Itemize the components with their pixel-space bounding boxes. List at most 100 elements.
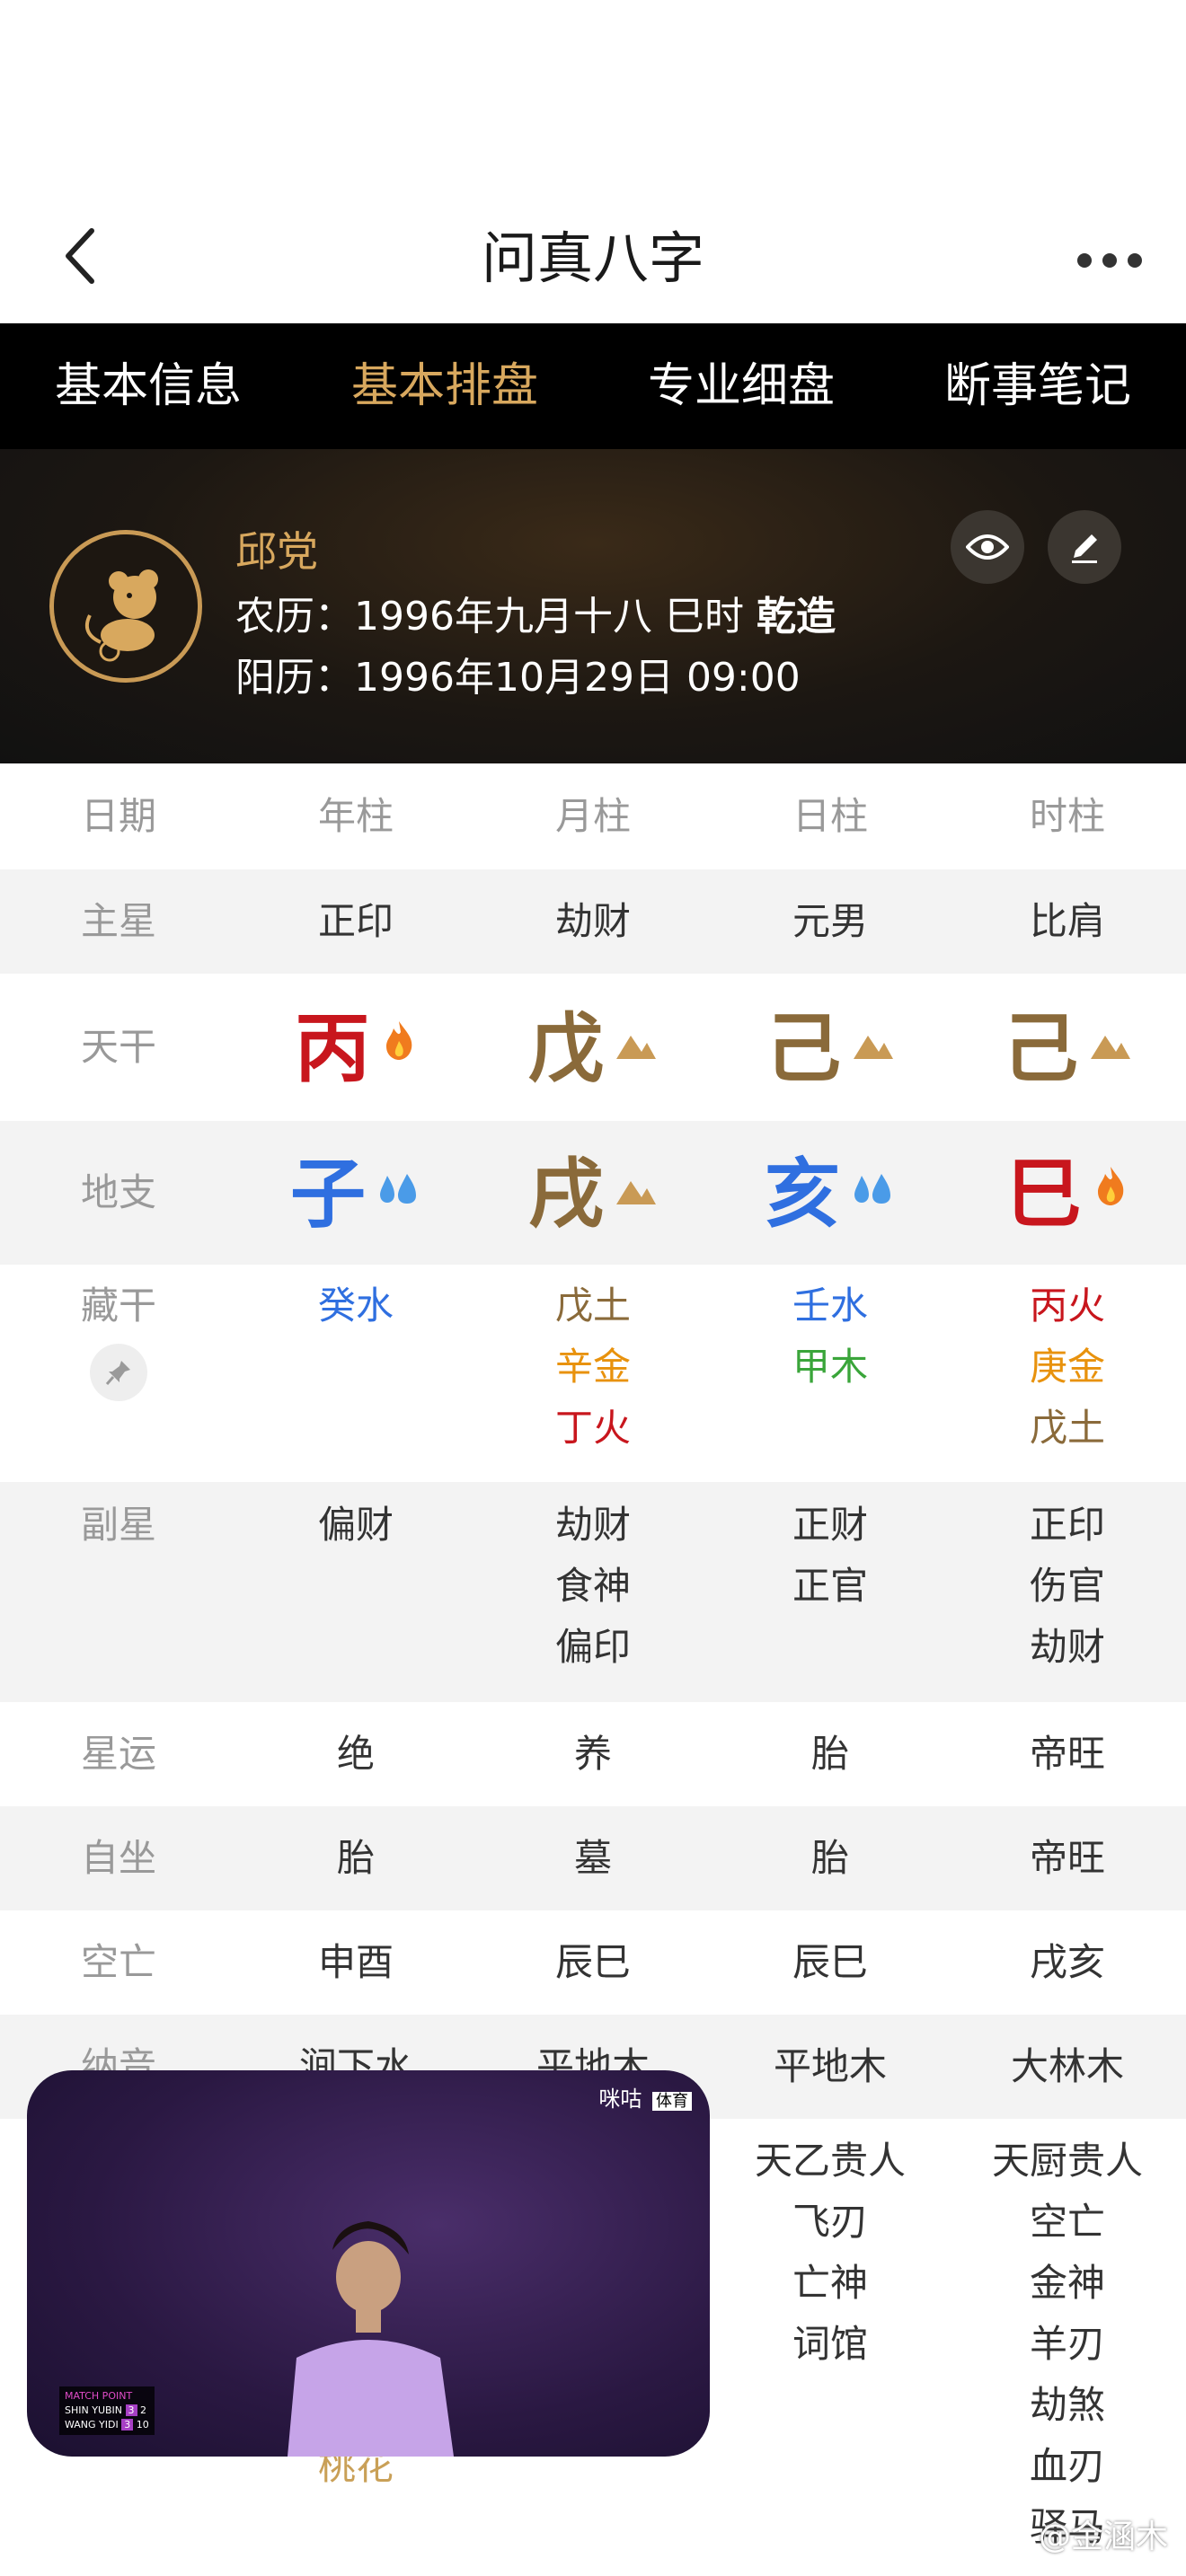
hidden-stem: 丙火 bbox=[1029, 1284, 1105, 1328]
tab-basic-info[interactable]: 基本信息 bbox=[0, 323, 296, 449]
main-star-cell: 正印 bbox=[317, 899, 394, 943]
weibo-watermark: @金涵木 bbox=[1038, 2519, 1168, 2555]
lunar-date-line: 农历：1996年九月十八 巳时 乾造 bbox=[235, 584, 836, 641]
tab-pro-chart[interactable]: 专业细盘 bbox=[593, 323, 890, 449]
score-overlay: MATCH POINT SHIN YUBIN 3 2 WANG YIDI 3 1… bbox=[59, 2386, 155, 2435]
pin-button[interactable] bbox=[90, 1344, 147, 1401]
nayin-cell: 大林木 bbox=[1010, 2044, 1124, 2088]
secondary-star: 正财 bbox=[792, 1503, 868, 1547]
earth-icon bbox=[615, 1163, 658, 1224]
profile-card: 邱党 农历：1996年九月十八 巳时 乾造 阳历：1996年10月29日 09:… bbox=[0, 449, 1186, 763]
void-cell: 申酉 bbox=[317, 1940, 394, 1984]
main-star-cell: 比肩 bbox=[1029, 899, 1105, 943]
fire-icon bbox=[381, 1018, 417, 1079]
profile-name: 邱党 bbox=[235, 527, 318, 576]
earth-icon bbox=[615, 1018, 658, 1079]
match-point-tag: MATCH POINT bbox=[65, 2390, 133, 2402]
edit-button[interactable] bbox=[1048, 510, 1121, 584]
tab-basic-chart[interactable]: 基本排盘 bbox=[296, 323, 593, 449]
zodiac-rat-avatar bbox=[49, 530, 202, 683]
branch-char: 巳 bbox=[1005, 1150, 1082, 1239]
secondary-star: 食神 bbox=[554, 1564, 631, 1608]
self-seat-cell: 胎 bbox=[336, 1836, 375, 1880]
stem-cell[interactable]: 己 bbox=[712, 1010, 949, 1086]
hidden-stem: 壬水 bbox=[792, 1284, 868, 1328]
row-label: 主星 bbox=[80, 899, 156, 943]
gender-tag: 乾造 bbox=[756, 594, 836, 640]
solar-value: 1996年10月29日 09:00 bbox=[354, 655, 801, 701]
branch-cell[interactable]: 巳 bbox=[949, 1156, 1186, 1231]
row-label: 副星 bbox=[80, 1503, 156, 1547]
secondary-star-row: 副星 偏财 劫财 食神 偏印 正财 正官 正印 伤官 劫财 bbox=[0, 1482, 1186, 1702]
hidden-stem: 甲木 bbox=[792, 1345, 868, 1389]
lunar-label: 农历： bbox=[235, 594, 354, 640]
player-2-name: WANG YIDI bbox=[65, 2419, 119, 2430]
tab-bar: 基本信息 基本排盘 专业细盘 断事笔记 bbox=[0, 323, 1186, 449]
column-header-year: 年柱 bbox=[317, 794, 394, 838]
shensha-item: 金神 bbox=[1029, 2261, 1105, 2305]
hidden-stem: 戊土 bbox=[554, 1284, 631, 1328]
column-header-hour: 时柱 bbox=[1029, 794, 1105, 838]
shensha-item: 天厨贵人 bbox=[991, 2139, 1143, 2183]
fortune-cell: 胎 bbox=[810, 1732, 849, 1776]
earth-icon bbox=[1089, 1018, 1132, 1079]
stem-cell[interactable]: 己 bbox=[949, 1010, 1186, 1086]
rat-icon bbox=[54, 534, 198, 678]
status-bar-area bbox=[0, 0, 1186, 193]
hidden-stem: 庚金 bbox=[1029, 1345, 1105, 1389]
tab-notes[interactable]: 断事笔记 bbox=[890, 323, 1186, 449]
hidden-stems-row: 藏干 癸水 戊土 辛金 丁火 壬水 甲木 丙火 庚金 戊土 bbox=[0, 1275, 1186, 1482]
fortune-cell: 绝 bbox=[336, 1732, 375, 1776]
branch-cell[interactable]: 子 bbox=[237, 1156, 474, 1231]
secondary-star-cell: 正印 伤官 劫财 bbox=[949, 1495, 1186, 1702]
secondary-star: 正印 bbox=[1029, 1503, 1105, 1547]
row-label: 地支 bbox=[80, 1170, 156, 1214]
main-star-cell: 劫财 bbox=[554, 899, 631, 943]
hidden-stems-cell: 癸水 bbox=[237, 1275, 474, 1482]
navigation-bar: 问真八字 bbox=[0, 193, 1186, 323]
main-star-cell: 元男 bbox=[792, 899, 868, 943]
secondary-star: 正官 bbox=[792, 1564, 868, 1608]
toggle-visibility-button[interactable] bbox=[951, 510, 1024, 584]
secondary-star-cell: 劫财 食神 偏印 bbox=[474, 1495, 712, 1702]
hidden-stem: 丁火 bbox=[554, 1406, 631, 1450]
secondary-star: 偏印 bbox=[554, 1625, 631, 1669]
floating-video-player[interactable]: 咪咕 体育 MATCH POINT SHIN YUBIN 3 2 WANG YI… bbox=[27, 2070, 710, 2457]
more-menu-button[interactable] bbox=[1069, 229, 1150, 292]
hidden-stems-cell: 壬水 甲木 bbox=[712, 1275, 949, 1482]
self-seat-cell: 帝旺 bbox=[1029, 1836, 1105, 1880]
branch-char: 戌 bbox=[527, 1150, 604, 1239]
stem-cell[interactable]: 戊 bbox=[474, 1010, 712, 1086]
branch-cell[interactable]: 戌 bbox=[474, 1156, 712, 1231]
main-star-row: 主星 正印 劫财 元男 比肩 bbox=[0, 869, 1186, 974]
solar-date-line: 阳历：1996年10月29日 09:00 bbox=[235, 645, 801, 702]
hidden-stem: 辛金 bbox=[554, 1345, 631, 1389]
branch-cell[interactable]: 亥 bbox=[712, 1156, 949, 1231]
earth-icon bbox=[852, 1018, 895, 1079]
secondary-star-cell: 正财 正官 bbox=[712, 1495, 949, 1702]
shensha-item: 羊刃 bbox=[1029, 2322, 1105, 2366]
shensha-item: 词馆 bbox=[792, 2322, 868, 2366]
fire-icon bbox=[1093, 1163, 1128, 1224]
video-brand-logo: 咪咕 体育 bbox=[598, 2081, 692, 2113]
column-header-row: 日期 年柱 月柱 日柱 时柱 bbox=[0, 763, 1186, 869]
solar-label: 阳历： bbox=[235, 655, 354, 701]
row-label: 星运 bbox=[80, 1732, 156, 1776]
player-1-points: 2 bbox=[140, 2404, 147, 2416]
column-header-date: 日期 bbox=[80, 794, 156, 838]
lunar-value: 1996年九月十八 巳时 bbox=[354, 594, 744, 640]
column-header-month: 月柱 bbox=[554, 794, 631, 838]
water-icon bbox=[851, 1163, 896, 1224]
heavenly-stem-row: 天干 丙 戊 己 己 bbox=[0, 974, 1186, 1121]
hidden-stem: 癸水 bbox=[317, 1284, 394, 1328]
stem-cell[interactable]: 丙 bbox=[237, 1010, 474, 1086]
player-2-points: 10 bbox=[136, 2419, 149, 2430]
player-1-row: SHIN YUBIN 3 2 bbox=[65, 2404, 149, 2418]
stem-char: 己 bbox=[765, 1004, 841, 1093]
shensha-item: 空亡 bbox=[1029, 2200, 1105, 2244]
stem-char: 丙 bbox=[294, 1004, 370, 1093]
star-fortune-row: 星运 绝 养 胎 帝旺 bbox=[0, 1702, 1186, 1806]
fortune-cell: 养 bbox=[573, 1732, 612, 1776]
player-1-name: SHIN YUBIN bbox=[65, 2404, 123, 2416]
pin-icon bbox=[105, 1361, 130, 1385]
